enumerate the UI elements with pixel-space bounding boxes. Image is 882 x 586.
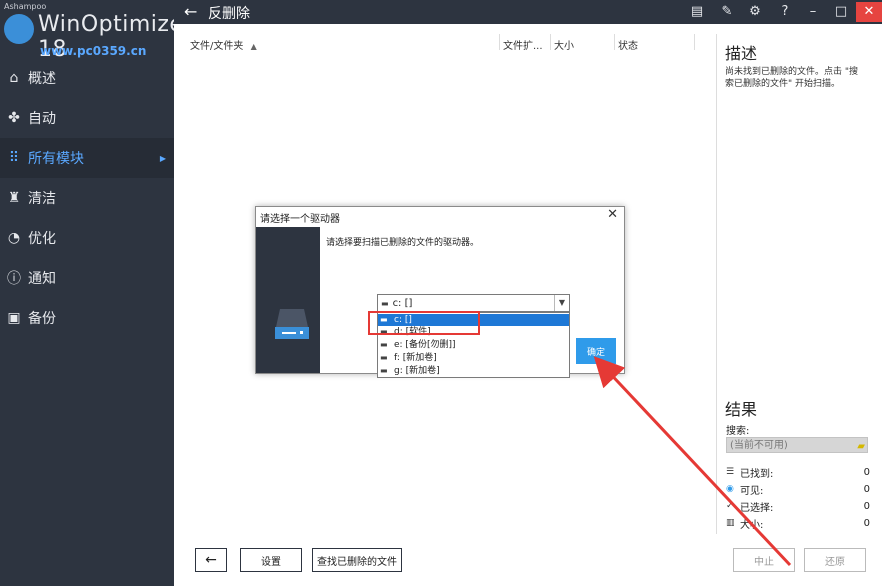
description-text: 尚未找到已删除的文件。点击 "搜索已删除的文件" 开始扫描。 (725, 67, 859, 89)
drive-option-f[interactable]: ▬ f: [新加卷] (378, 352, 569, 364)
sidebar-item-all-modules[interactable]: ⠿ 所有模块 ▶ (0, 138, 174, 178)
sidebar-item-backup[interactable]: ▣ 备份 (0, 298, 174, 338)
minimize-icon[interactable]: – (802, 2, 824, 22)
sidebar-item-label: 通知 (28, 271, 56, 287)
dialog-message: 请选择要扫描已删除的文件的驱动器。 (326, 238, 480, 248)
column-header-size[interactable]: 大小 (554, 37, 574, 52)
drive-icon: ▬ (381, 298, 389, 308)
sidebar-item-clean[interactable]: ♜ 清洁 (0, 178, 174, 218)
speedometer-icon: ◔ (7, 230, 21, 246)
drive-option-e[interactable]: ▬ e: [备份[勿删]] (378, 339, 569, 351)
brand-small: Ashampoo (4, 2, 47, 11)
column-header-extension[interactable]: 文件扩... (503, 37, 543, 52)
back-arrow-icon[interactable]: ← (184, 2, 197, 21)
gear-icon[interactable]: ⚙ (744, 2, 766, 22)
edit-icon[interactable]: ✎ (716, 2, 738, 22)
annotation-arrow-icon (593, 356, 792, 567)
sort-up-icon: ▲ (250, 42, 257, 51)
sidebar-item-optimize[interactable]: ◔ 优化 (0, 218, 174, 258)
maximize-icon[interactable]: □ (830, 2, 852, 22)
sidebar-item-label: 备份 (28, 311, 56, 327)
drive-icon: ▬ (380, 366, 388, 375)
sidebar-item-label: 优化 (28, 231, 56, 247)
watermark-text: www.pc0359.cn (40, 44, 147, 58)
chevron-down-icon[interactable]: ▼ (554, 295, 569, 311)
automation-icon: ✤ (8, 110, 20, 126)
info-icon: ⓘ (7, 271, 21, 287)
search-deleted-files-button[interactable]: 查找已删除的文件 (312, 548, 402, 572)
sidebar-item-label: 自动 (28, 111, 56, 127)
sidebar: Ashampoo WinOptimizer 18 www.pc0359.cn ⌂… (0, 0, 193, 586)
column-header-status[interactable]: 状态 (618, 37, 638, 52)
grid-icon: ⠿ (8, 150, 20, 166)
chevron-right-icon: ▶ (159, 153, 166, 163)
search-folder-icon: ▰ (857, 441, 865, 452)
column-divider[interactable] (694, 34, 695, 50)
drive-select[interactable]: ▬ c: [] ▼ (377, 294, 570, 312)
broom-icon: ♜ (7, 190, 21, 206)
column-divider[interactable] (499, 34, 500, 50)
column-divider[interactable] (614, 34, 615, 50)
dialog-title: 请选择一个驱动器 (260, 214, 340, 225)
arrow-left-icon: ← (205, 552, 217, 568)
description-title: 描述 (725, 44, 758, 63)
back-button[interactable]: ← (195, 548, 227, 572)
sidebar-item-label: 所有模块 (28, 151, 84, 167)
settings-button[interactable]: 设置 (240, 548, 302, 572)
sidebar-item-label: 概述 (28, 71, 56, 87)
brand-area: Ashampoo WinOptimizer 18 www.pc0359.cn (0, 0, 193, 62)
hard-drive-icon (275, 309, 309, 339)
dialog-side-panel (256, 227, 320, 373)
restore-button[interactable]: 还原 (804, 548, 866, 572)
drive-select-value: c: [] (392, 297, 413, 309)
drive-icon: ▬ (380, 353, 388, 362)
app-logo-icon (4, 14, 34, 44)
drive-icon: ▬ (380, 340, 388, 349)
column-divider[interactable] (550, 34, 551, 50)
title-bar: ← 反删除 ▤ ✎ ⚙ ? – □ ✕ (174, 0, 882, 24)
page-title: 反删除 (208, 6, 250, 22)
chat-icon[interactable]: ▤ (686, 2, 708, 22)
close-icon[interactable]: ✕ (856, 2, 882, 22)
help-icon[interactable]: ? (774, 2, 796, 22)
annotation-highlight-box (368, 311, 480, 335)
sidebar-item-overview[interactable]: ⌂ 概述 (0, 58, 174, 98)
home-icon: ⌂ (9, 70, 19, 86)
close-icon[interactable]: ✕ (607, 207, 618, 222)
sidebar-item-automatic[interactable]: ✤ 自动 (0, 98, 174, 138)
sidebar-item-notify[interactable]: ⓘ 通知 (0, 258, 174, 298)
drive-option-g[interactable]: ▬ g: [新加卷] (378, 365, 569, 377)
column-header-file[interactable]: 文件/文件夹 ▲ (190, 37, 257, 52)
sidebar-item-label: 清洁 (28, 191, 56, 207)
backup-icon: ▣ (7, 310, 21, 326)
